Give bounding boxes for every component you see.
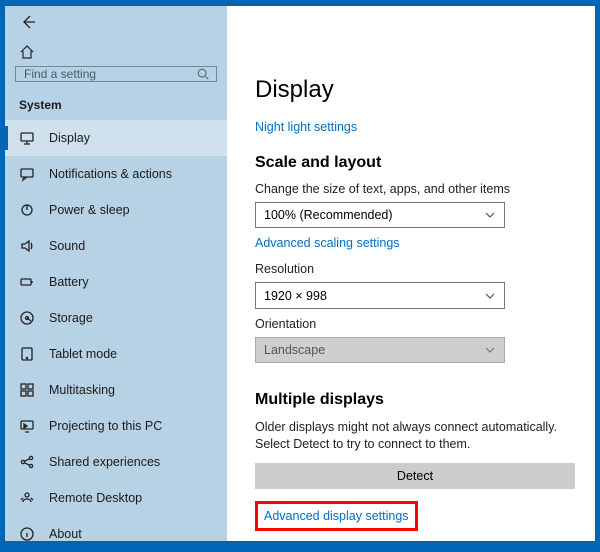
share-icon: [19, 454, 35, 470]
sidebar-item-label: Remote Desktop: [49, 491, 142, 505]
scale-desc: Change the size of text, apps, and other…: [255, 182, 575, 196]
orientation-value: Landscape: [264, 343, 325, 357]
advanced-display-link[interactable]: Advanced display settings: [264, 509, 409, 523]
project-icon: [19, 418, 35, 434]
scale-dropdown[interactable]: 100% (Recommended): [255, 202, 505, 228]
sidebar-item-shared[interactable]: Shared experiences: [5, 444, 227, 480]
orientation-dropdown: Landscape: [255, 337, 505, 363]
night-light-link[interactable]: Night light settings: [255, 120, 575, 134]
sidebar-item-label: Storage: [49, 311, 93, 325]
section-label: System: [5, 94, 227, 120]
sidebar-item-tablet[interactable]: Tablet mode: [5, 336, 227, 372]
scale-value: 100% (Recommended): [264, 208, 393, 222]
sidebar-item-projecting[interactable]: Projecting to this PC: [5, 408, 227, 444]
sidebar-item-sound[interactable]: Sound: [5, 228, 227, 264]
sidebar-item-label: Sound: [49, 239, 85, 253]
back-button[interactable]: [5, 14, 41, 30]
sidebar-item-label: Shared experiences: [49, 455, 160, 469]
settings-window: System Display Notifications & actions Pow…: [5, 6, 595, 541]
sidebar-item-label: About: [49, 527, 82, 541]
sidebar-item-label: Battery: [49, 275, 89, 289]
detect-button[interactable]: Detect: [255, 463, 575, 489]
home-button[interactable]: [5, 44, 227, 60]
multiple-heading: Multiple displays: [255, 391, 575, 409]
sidebar-item-notifications[interactable]: Notifications & actions: [5, 156, 227, 192]
scale-heading: Scale and layout: [255, 154, 575, 172]
sidebar-item-battery[interactable]: Battery: [5, 264, 227, 300]
tablet-icon: [19, 346, 35, 362]
monitor-icon: [19, 130, 35, 146]
search-input[interactable]: [24, 67, 196, 81]
sidebar-item-display[interactable]: Display: [5, 120, 227, 156]
battery-icon: [19, 274, 35, 290]
sidebar-item-label: Notifications & actions: [49, 167, 172, 181]
sidebar-item-storage[interactable]: Storage: [5, 300, 227, 336]
sidebar-item-label: Tablet mode: [49, 347, 117, 361]
chat-icon: [19, 166, 35, 182]
windows-icon: [19, 382, 35, 398]
remote-icon: [19, 490, 35, 506]
sidebar-item-label: Multitasking: [49, 383, 115, 397]
back-arrow-icon: [20, 14, 36, 30]
orientation-label: Orientation: [255, 317, 575, 331]
main-panel: Display Night light settings Scale and l…: [227, 6, 595, 541]
resolution-label: Resolution: [255, 262, 575, 276]
search-icon: [196, 67, 210, 81]
advanced-scaling-link[interactable]: Advanced scaling settings: [255, 236, 575, 250]
chevron-down-icon: [484, 209, 496, 221]
chevron-down-icon: [484, 290, 496, 302]
home-icon: [19, 44, 35, 60]
multiple-desc: Older displays might not always connect …: [255, 419, 575, 453]
sidebar-item-label: Power & sleep: [49, 203, 130, 217]
sidebar-item-label: Display: [49, 131, 90, 145]
sidebar: System Display Notifications & actions Pow…: [5, 6, 227, 541]
sidebar-item-multitask[interactable]: Multitasking: [5, 372, 227, 408]
page-title: Display: [255, 76, 575, 104]
highlight-annotation: Advanced display settings: [255, 501, 418, 531]
chevron-down-icon: [484, 344, 496, 356]
sidebar-item-power[interactable]: Power & sleep: [5, 192, 227, 228]
sidebar-item-remote[interactable]: Remote Desktop: [5, 480, 227, 516]
drive-icon: [19, 310, 35, 326]
resolution-dropdown[interactable]: 1920 × 998: [255, 282, 505, 308]
info-icon: [19, 526, 35, 542]
power-icon: [19, 202, 35, 218]
speaker-icon: [19, 238, 35, 254]
resolution-value: 1920 × 998: [264, 289, 327, 303]
search-box[interactable]: [15, 66, 217, 82]
sidebar-item-label: Projecting to this PC: [49, 419, 162, 433]
